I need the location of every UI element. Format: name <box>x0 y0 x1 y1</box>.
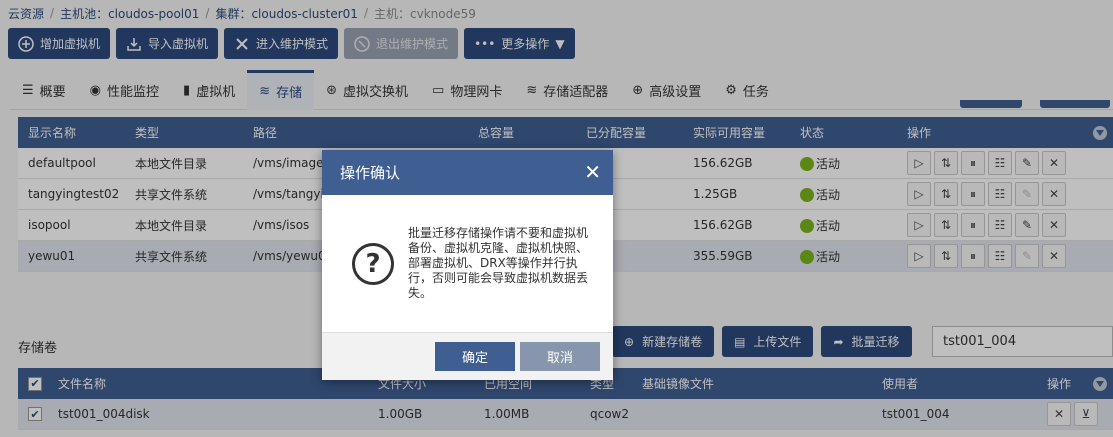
cancel-button[interactable]: 取消 <box>520 342 600 371</box>
dialog-title: 操作确认 <box>340 164 401 182</box>
dialog-header: 操作确认 ✕ <box>322 150 613 195</box>
confirm-button[interactable]: 确定 <box>435 342 515 371</box>
question-icon: ? <box>352 242 394 285</box>
dialog-body: ? 批量迁移存储操作请不要和虚拟机备份、虚拟机克隆、虚拟机快照、部署虚拟机、DR… <box>322 195 613 333</box>
close-icon[interactable]: ✕ <box>584 162 601 182</box>
dialog-footer: 确定 取消 <box>322 333 613 380</box>
confirm-dialog: 操作确认 ✕ ? 批量迁移存储操作请不要和虚拟机备份、虚拟机克隆、虚拟机快照、部… <box>322 150 613 380</box>
dialog-message: 批量迁移存储操作请不要和虚拟机备份、虚拟机克隆、虚拟机快照、部署虚拟机、DRX等… <box>408 226 589 300</box>
